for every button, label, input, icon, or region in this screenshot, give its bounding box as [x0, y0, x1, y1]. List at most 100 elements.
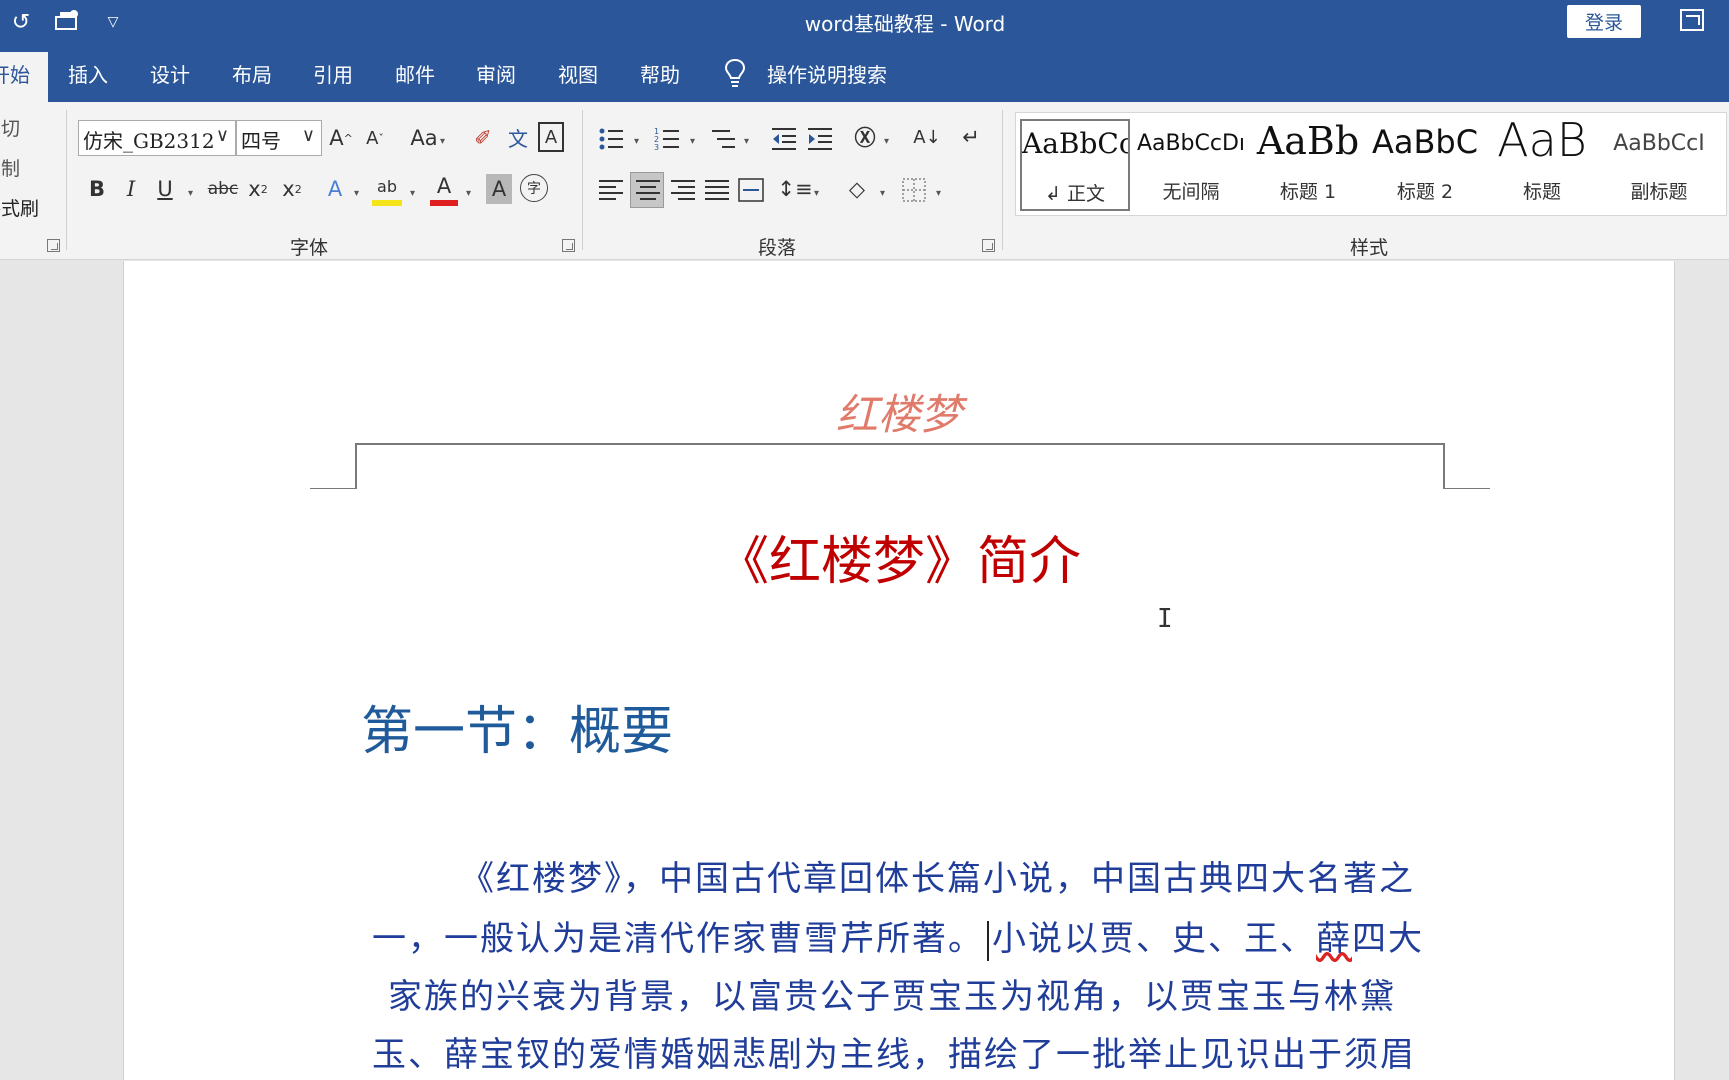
chevron-down-icon[interactable]: ∨ — [216, 125, 229, 146]
clear-formatting-icon[interactable]: ✐ — [468, 122, 498, 154]
increase-indent-icon[interactable] — [806, 126, 834, 152]
grow-font-button[interactable]: A ^ — [328, 122, 354, 154]
align-center-button[interactable] — [630, 172, 664, 208]
sign-in-button[interactable]: 登录 — [1567, 5, 1641, 38]
italic-button[interactable]: I — [118, 174, 144, 204]
tab-layout[interactable]: 布局 — [232, 59, 272, 88]
chevron-down-icon[interactable]: ▾ — [188, 188, 193, 199]
chevron-down-icon[interactable]: ▾ — [440, 136, 445, 147]
styles-gallery: AaBbCc ↲ 正文 AaBbCcDı 无间隔 AaBb 标题 1 AaBbC… — [1015, 112, 1727, 216]
paragraph-line[interactable]: 一，一般认为是清代作家曹雪芹所著。 小说以贾、史、王、薛四大 — [372, 911, 1424, 961]
chevron-down-icon[interactable]: ▾ — [634, 136, 639, 147]
chevron-down-icon[interactable]: ▾ — [884, 136, 889, 147]
chevron-down-icon[interactable]: ∨ — [302, 125, 315, 146]
style-heading1[interactable]: AaBb 标题 1 — [1253, 119, 1363, 211]
text-cursor — [987, 921, 989, 961]
change-case-button[interactable]: Aa — [404, 122, 444, 154]
chevron-down-icon[interactable]: ▾ — [744, 136, 749, 147]
font-group-label: 字体 — [290, 237, 329, 259]
font-name-combo[interactable]: 仿宋_GB2312 ∨ — [78, 120, 236, 156]
paragraph-line[interactable]: 《红楼梦》，中国古代章回体长篇小说，中国古典四大名著之 — [460, 851, 1415, 900]
text-effects-button[interactable]: A — [322, 174, 348, 204]
subscript-icon: x — [248, 177, 261, 201]
decrease-indent-icon[interactable] — [770, 126, 798, 152]
character-shading-button[interactable]: A — [486, 174, 512, 204]
change-case-icon: Aa — [410, 126, 438, 150]
underline-button[interactable]: U — [152, 174, 178, 204]
format-painter-button[interactable]: 格式刷 — [0, 194, 39, 221]
distributed-icon[interactable] — [738, 178, 764, 202]
style-name: 副标题 — [1630, 181, 1688, 203]
font-name-value: 仿宋_GB2312 — [83, 129, 215, 153]
tab-help[interactable]: 帮助 — [640, 59, 680, 88]
style-normal[interactable]: AaBbCc ↲ 正文 — [1020, 119, 1130, 211]
chevron-down-icon[interactable]: ▾ — [936, 188, 941, 199]
ibeam-cursor-icon: I — [1157, 604, 1173, 634]
align-right-icon[interactable] — [670, 178, 696, 202]
justify-icon[interactable] — [704, 178, 730, 202]
font-size-combo[interactable]: 四号 ∨ — [236, 120, 322, 156]
section-heading[interactable]: 第一节：概要 — [361, 689, 673, 764]
chevron-down-icon[interactable]: ▾ — [880, 188, 885, 199]
shrink-font-icon: A — [366, 127, 379, 149]
tab-references[interactable]: 引用 — [313, 59, 353, 88]
chevron-down-icon[interactable]: ▾ — [410, 188, 415, 199]
copy-button[interactable]: 复制 — [0, 154, 20, 181]
tab-mailings[interactable]: 邮件 — [395, 59, 435, 88]
chevron-down-icon[interactable]: ▾ — [814, 188, 819, 199]
chevron-down-icon[interactable]: ▾ — [354, 188, 359, 199]
cut-button[interactable]: 剪切 — [0, 114, 20, 141]
styles-group-label: 样式 — [1350, 237, 1389, 259]
tab-view[interactable]: 视图 — [558, 59, 598, 88]
show-formatting-icon[interactable]: ↵ — [956, 120, 986, 154]
paragraph-line[interactable]: 玉、薛宝钗的爱情婚姻悲剧为主线，描绘了一批举止见识出于须眉 — [372, 1027, 1416, 1076]
shrink-font-button[interactable]: Aˇ — [362, 122, 388, 154]
style-no-spacing[interactable]: AaBbCcDı 无间隔 — [1136, 119, 1246, 211]
style-preview: AaBbCc — [1022, 127, 1128, 160]
tab-review[interactable]: 审阅 — [476, 59, 516, 88]
subscript-button[interactable]: x2 — [244, 174, 272, 204]
separator — [1002, 110, 1003, 250]
clipboard-launcher-icon[interactable] — [47, 239, 60, 252]
paragraph-launcher-icon[interactable] — [982, 239, 995, 252]
borders-icon[interactable] — [902, 178, 926, 202]
document-title[interactable]: 《红楼梦》简介 — [124, 519, 1674, 594]
align-left-icon[interactable] — [598, 178, 624, 202]
chevron-down-icon[interactable]: ▾ — [466, 188, 471, 199]
line-spacing-icon[interactable]: ↕≡ — [777, 172, 812, 206]
style-name: 无间隔 — [1162, 181, 1220, 203]
style-title[interactable]: AaB 标题 — [1487, 113, 1597, 211]
chevron-down-icon[interactable]: ▾ — [690, 136, 695, 147]
font-launcher-icon[interactable] — [562, 239, 575, 252]
ribbon-display-options-icon[interactable] — [1680, 9, 1704, 31]
character-border-button[interactable]: A — [538, 122, 564, 152]
document-page[interactable]: 红楼梦 《红楼梦》简介 I 第一节：概要 《红楼梦》，中国古代章回体长篇小说，中… — [123, 261, 1675, 1080]
superscript-icon: x — [282, 177, 295, 201]
bullets-icon[interactable] — [598, 126, 624, 152]
asian-layout-icon[interactable]: Ⓧ — [848, 120, 882, 154]
italic-icon: I — [126, 177, 136, 201]
paragraph-line[interactable]: 家族的兴衰为背景，以富贵公子贾宝玉为视角，以贾宝玉与林黛 — [388, 969, 1396, 1018]
highlight-button[interactable]: ab — [372, 172, 402, 206]
tab-home[interactable]: 开始 — [0, 52, 48, 102]
shading-icon[interactable]: ◇ — [842, 172, 872, 206]
superscript-button[interactable]: x2 — [278, 174, 306, 204]
font-color-button[interactable]: A — [430, 172, 458, 206]
bold-button[interactable]: B — [84, 174, 110, 204]
numbering-icon[interactable]: 123 — [654, 126, 680, 152]
sort-icon[interactable]: A↓ — [912, 120, 942, 154]
phonetic-guide-button[interactable]: 文 — [504, 120, 532, 154]
style-preview: AaBbCcDı — [1136, 131, 1246, 156]
tab-design[interactable]: 设计 — [150, 59, 190, 88]
header-text[interactable]: 红楼梦 — [124, 381, 1674, 442]
tell-me-search[interactable]: 操作说明搜索 — [767, 59, 887, 88]
enclose-characters-button[interactable]: 字 — [520, 174, 548, 202]
spelling-error-text[interactable]: 薛 — [1316, 919, 1352, 959]
multilevel-list-icon[interactable] — [710, 126, 736, 152]
style-subtitle[interactable]: AaBbCcI 副标题 — [1604, 119, 1714, 211]
header-border-line — [355, 443, 1445, 445]
style-heading2[interactable]: AaBbC 标题 2 — [1370, 119, 1480, 211]
tab-insert[interactable]: 插入 — [68, 59, 108, 88]
strikethrough-button[interactable]: abc — [206, 174, 240, 204]
separator — [66, 110, 67, 250]
